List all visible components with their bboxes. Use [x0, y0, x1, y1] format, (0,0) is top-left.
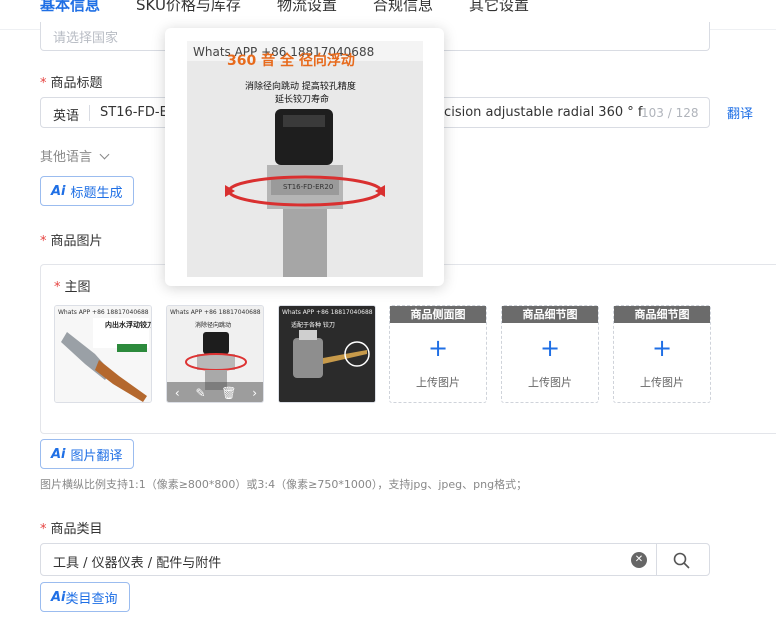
upload-slot-text: 上传图片 — [528, 376, 572, 389]
tab-sku-price-stock[interactable]: SKU价格与库存 — [136, 0, 241, 15]
other-languages-toggle[interactable]: 其他语言 — [40, 146, 110, 165]
ai-icon: Ai — [51, 589, 66, 605]
required-mark: * — [40, 234, 47, 249]
title-value-start: ST16-FD-E — [100, 105, 168, 120]
delete-icon[interactable]: 🗑 — [221, 386, 236, 400]
reamer-holder-preview-image — [187, 41, 423, 277]
ai-image-translate-button[interactable]: Ai 图片翻译 — [40, 439, 134, 469]
ai-image-translate-label: 图片翻译 — [70, 448, 123, 464]
upload-detail-image-1[interactable]: 商品细节图 + 上传图片 — [501, 305, 599, 403]
preview-part-number: ST16-FD-ER20 — [283, 183, 334, 191]
title-label: * 商品标题 — [40, 76, 103, 91]
category-label: * 商品类目 — [40, 522, 103, 537]
thumb-3-caption: 适配于各种 铰刀 — [291, 322, 335, 329]
main-image-label: * 主图 — [54, 280, 91, 295]
plus-icon: + — [427, 334, 449, 362]
language-divider — [89, 105, 90, 121]
title-value-end: recision adjustable radial 360 ° f — [431, 105, 643, 120]
chevron-right-icon[interactable]: › — [252, 386, 257, 400]
ai-title-generate-button[interactable]: Ai 标题生成 — [40, 176, 134, 206]
ai-category-query-label: 类目查询 — [65, 591, 118, 607]
preview-caption-1: 消除径向跳动 提高较孔精度 — [245, 82, 356, 92]
ai-category-query-button[interactable]: Ai 类目查询 — [40, 582, 130, 612]
images-label: * 商品图片 — [40, 234, 103, 249]
search-icon[interactable] — [673, 552, 690, 569]
category-select[interactable]: 工具 / 仪器仪表 / 配件与附件 ✕ — [40, 543, 710, 576]
category-divider — [656, 544, 657, 575]
tab-other-settings[interactable]: 其它设置 — [469, 0, 529, 15]
category-value: 工具 / 仪器仪表 / 配件与附件 — [53, 556, 222, 571]
country-select-placeholder: 请选择国家 — [53, 31, 119, 46]
thumb-3-watermark: Whats APP +86 18817040688 — [282, 309, 373, 316]
upload-detail-image-2[interactable]: 商品细节图 + 上传图片 — [613, 305, 711, 403]
chevron-left-icon[interactable]: ‹ — [175, 386, 180, 400]
thumb-1-watermark: Whats APP +86 18817040688 — [58, 309, 149, 316]
edit-icon[interactable]: ✎ — [195, 386, 205, 400]
tab-basic-info[interactable]: 基本信息 — [40, 0, 100, 15]
image-preview: Whats APP +86 18817040688 360 音 全 径向浮动 消… — [187, 41, 423, 277]
ai-title-generate-label: 标题生成 — [70, 185, 123, 201]
chevron-down-icon — [99, 149, 110, 160]
plus-icon: + — [651, 334, 673, 362]
upload-slot-text: 上传图片 — [640, 376, 684, 389]
thumb-2-watermark: Whats APP +86 18817040688 — [170, 309, 261, 316]
required-mark: * — [54, 280, 61, 295]
preview-caption-2: 延长铰刀寿命 — [275, 95, 330, 105]
tab-compliance[interactable]: 合规信息 — [373, 0, 433, 15]
tab-logistics[interactable]: 物流设置 — [277, 0, 337, 15]
required-mark: * — [40, 76, 47, 91]
ai-icon: Ai — [51, 183, 66, 199]
upload-slot-title: 商品细节图 — [502, 306, 598, 323]
product-image-1[interactable]: Whats APP +86 18817040688 内出水浮动铰刀刀杆 — [54, 305, 152, 403]
title-language[interactable]: 英语 — [53, 105, 79, 124]
upload-side-image[interactable]: 商品侧面图 + 上传图片 — [389, 305, 487, 403]
ai-icon: Ai — [51, 446, 66, 462]
preview-headline: 360 音 全 径向浮动 — [227, 53, 355, 69]
product-image-3[interactable]: Whats APP +86 18817040688 适配于各种 铰刀 — [278, 305, 376, 403]
required-mark: * — [40, 522, 47, 537]
plus-icon: + — [539, 334, 561, 362]
upload-slot-text: 上传图片 — [416, 376, 460, 389]
thumb-1-caption: 内出水浮动铰刀刀杆 — [105, 321, 151, 329]
image-preview-popover: Whats APP +86 18817040688 360 音 全 径向浮动 消… — [165, 28, 444, 286]
upload-slot-title: 商品细节图 — [614, 306, 710, 323]
clear-icon[interactable]: ✕ — [631, 552, 647, 568]
image-format-hint: 图片横纵比例支持1:1（像素≥800*800）或3:4（像素≥750*1000）… — [40, 478, 528, 491]
thumb-2-caption: 消除径向跳动 — [195, 322, 232, 329]
upload-slot-title: 商品侧面图 — [390, 306, 486, 323]
translate-link[interactable]: 翻译 — [727, 103, 753, 122]
product-image-2[interactable]: Whats APP +86 18817040688 消除径向跳动 ‹ ✎ 🗑 › — [166, 305, 264, 403]
title-char-counter: 103 / 128 — [641, 106, 699, 120]
image-action-bar: ‹ ✎ 🗑 › — [167, 382, 263, 402]
